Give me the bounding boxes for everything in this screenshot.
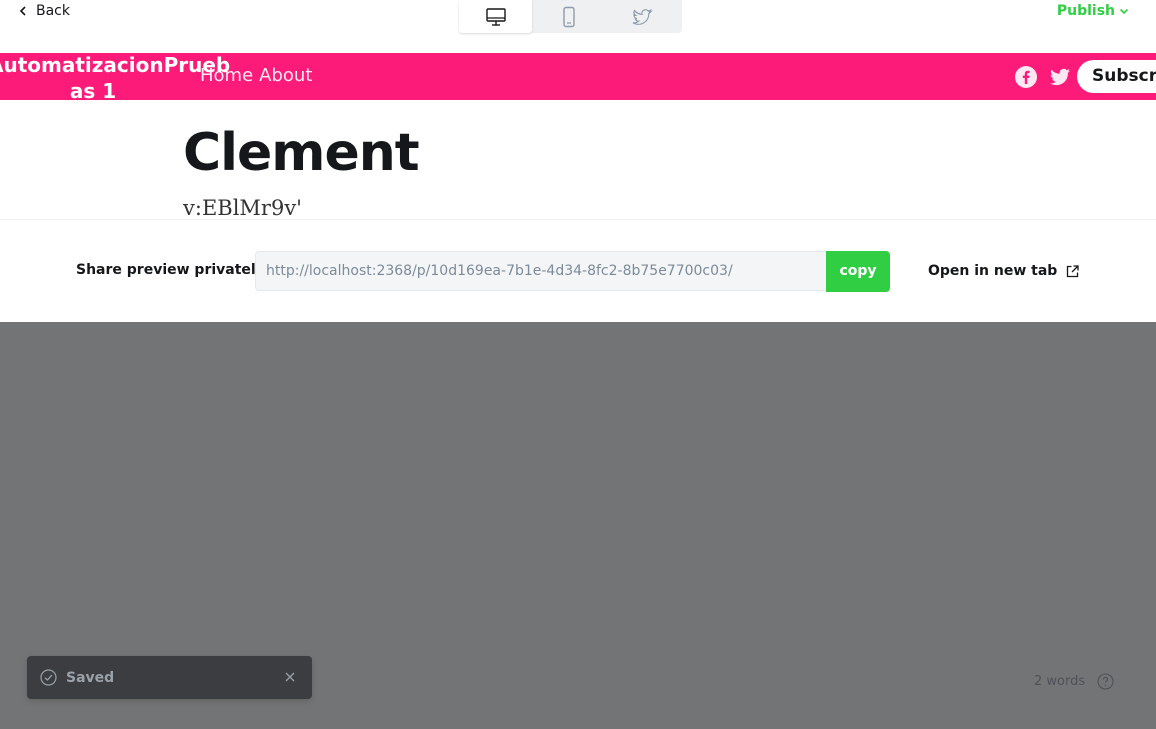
twitter-preview-tab[interactable] (605, 0, 678, 33)
post-excerpt: v:EBlMr9v' (183, 196, 302, 219)
site-title[interactable]: AutomatizacionPrueb as 1 (0, 53, 231, 104)
post-title: Clement (183, 123, 420, 183)
share-preview-bar: Share preview privately http://localhost… (0, 219, 1156, 322)
nav-link-home[interactable]: Home (200, 65, 253, 86)
copy-button[interactable]: copy (826, 251, 890, 292)
external-link-icon (1067, 264, 1079, 277)
share-preview-label: Share preview privately (76, 262, 265, 278)
help-icon[interactable] (1097, 673, 1114, 690)
device-switcher (459, 0, 682, 33)
desktop-preview-tab[interactable] (459, 0, 532, 33)
chevron-left-icon (19, 6, 26, 16)
twitter-social-icon[interactable] (1048, 65, 1072, 89)
publish-label: Publish (1056, 3, 1115, 19)
social-links (1014, 65, 1072, 89)
site-nav-links: Home About (200, 65, 312, 86)
back-label: Back (36, 3, 70, 19)
facebook-icon[interactable] (1014, 65, 1038, 89)
publish-button[interactable]: Publish (1057, 3, 1129, 19)
open-in-new-tab-label: Open in new tab (928, 263, 1058, 279)
site-navbar: AutomatizacionPrueb as 1 Home About Subs… (0, 53, 1156, 103)
notification-message: Saved (66, 669, 115, 686)
twitter-icon (632, 8, 653, 25)
desktop-icon (485, 7, 506, 26)
close-icon[interactable] (284, 671, 296, 683)
subscribe-button[interactable]: Subscribe (1077, 60, 1156, 93)
chevron-down-icon (1119, 8, 1129, 15)
preview-toolbar: Back Publish (0, 0, 1156, 53)
site-preview-frame: AutomatizacionPrueb as 1 Home About Subs… (0, 53, 1156, 219)
mobile-preview-tab[interactable] (532, 0, 605, 33)
site-title-line1: AutomatizacionPrueb (0, 53, 231, 77)
open-in-new-tab-link[interactable]: Open in new tab (928, 263, 1079, 279)
check-circle-icon (40, 669, 57, 686)
preview-url-field[interactable]: http://localhost:2368/p/10d169ea-7b1e-4d… (255, 251, 827, 291)
site-title-line2: as 1 (69, 79, 117, 103)
nav-link-about[interactable]: About (259, 65, 312, 86)
word-count: 2 words (1034, 674, 1086, 689)
back-button[interactable]: Back (18, 3, 70, 19)
mobile-icon (562, 6, 575, 27)
saved-notification: Saved (27, 656, 312, 699)
